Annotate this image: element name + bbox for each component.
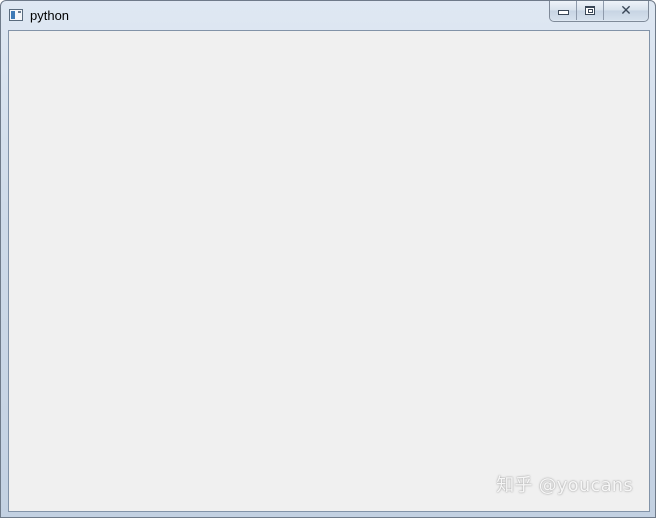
- minimize-icon: [557, 10, 569, 15]
- window-controls: ✕: [549, 1, 649, 22]
- watermark-text: 知乎 @youcans: [496, 475, 633, 496]
- close-button[interactable]: ✕: [603, 1, 648, 20]
- close-icon: ✕: [620, 2, 632, 19]
- title-bar[interactable]: python ✕: [1, 1, 655, 29]
- window-title: python: [30, 8, 70, 23]
- maximize-button[interactable]: [576, 1, 603, 20]
- window-app-icon[interactable]: [9, 9, 23, 21]
- maximize-icon: [585, 6, 595, 15]
- minimize-button[interactable]: [550, 1, 576, 20]
- app-window: python ✕ 知乎 @youcans: [0, 0, 656, 518]
- client-area: 知乎 @youcans: [8, 30, 650, 512]
